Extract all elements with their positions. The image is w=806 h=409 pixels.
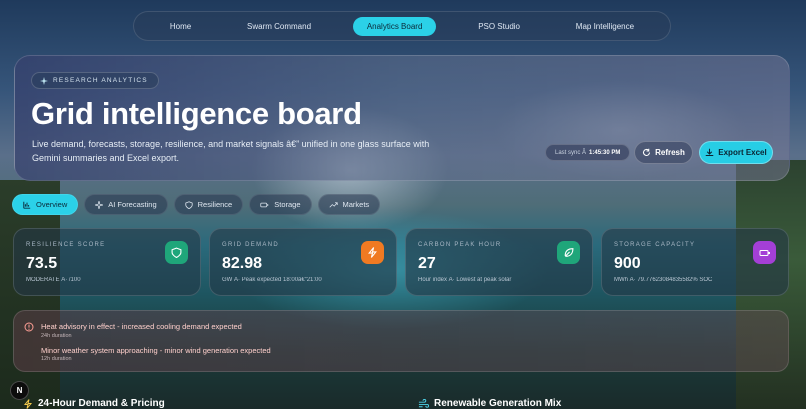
metric-card-resilience: RESILIENCE SCORE 73.5 MODERATE Â· /100 — [13, 228, 201, 296]
bar-chart-icon — [23, 201, 31, 209]
metric-foot: GW Â· Peak expected 18:00â€“21:00 — [222, 277, 322, 283]
refresh-label: Refresh — [655, 148, 685, 157]
export-excel-button[interactable]: Export Excel — [699, 141, 773, 164]
tab-storage[interactable]: Storage — [249, 194, 312, 215]
alert-title: Heat advisory in effect - increased cool… — [41, 322, 242, 331]
bolt-icon — [361, 241, 384, 264]
chip-label: RESEARCH ANALYTICS — [53, 77, 148, 84]
metric-value: 82.98 — [222, 255, 263, 272]
metric-card-carbon-peak: CARBON PEAK HOUR 27 Hour index Â· Lowest… — [405, 228, 593, 296]
last-sync-time: 1:45:30 PM — [589, 149, 621, 156]
nav-item-pso-studio[interactable]: PSO Studio — [464, 17, 534, 36]
nav-item-analytics-board[interactable]: Analytics Board — [352, 16, 437, 36]
download-icon — [706, 148, 714, 157]
page-subtitle: Live demand, forecasts, storage, resilie… — [32, 139, 430, 163]
hero-panel: RESEARCH ANALYTICS Grid intelligence boa… — [14, 55, 790, 181]
metric-value: 73.5 — [26, 255, 58, 272]
metric-value: 900 — [614, 255, 641, 272]
bolt-icon — [23, 398, 33, 409]
metric-foot: MODERATE Â· /100 — [26, 277, 81, 283]
metric-label: STORAGE CAPACITY — [614, 242, 696, 248]
refresh-button[interactable]: Refresh — [634, 141, 693, 164]
alerts-panel: Heat advisory in effect - increased cool… — [13, 310, 789, 372]
alert-duration: 12h duration — [41, 356, 72, 362]
shield-icon — [185, 200, 193, 209]
metric-label: RESILIENCE SCORE — [26, 242, 106, 248]
nav-item-swarm-command[interactable]: Swarm Command — [233, 17, 325, 36]
metric-card-storage-capacity: STORAGE CAPACITY 900 MWh Â· 79.776230848… — [601, 228, 789, 296]
last-sync-pill: Last sync Â 1:45:30 PM — [545, 144, 631, 161]
section-label: Renewable Generation Mix — [434, 398, 562, 409]
section-label: 24-Hour Demand & Pricing — [38, 398, 165, 409]
tab-label: Storage — [274, 200, 301, 209]
alert-title: Minor weather system approaching - minor… — [41, 346, 271, 355]
wind-icon — [418, 398, 429, 408]
alert-circle-icon — [24, 322, 34, 332]
battery-icon — [753, 241, 776, 264]
tab-resilience[interactable]: Resilience — [173, 194, 244, 215]
section-demand-title: 24-Hour Demand & Pricing — [23, 398, 165, 409]
nav-item-map-intelligence[interactable]: Map Intelligence — [562, 17, 648, 36]
tab-label: Markets — [342, 200, 370, 209]
alert-duration: 24h duration — [41, 333, 72, 339]
sparkle-icon — [95, 200, 104, 209]
metric-label: GRID DEMAND — [222, 242, 279, 248]
sparkle-icon — [40, 76, 48, 85]
export-label: Export Excel — [718, 148, 767, 157]
tab-label: Overview — [36, 200, 68, 209]
top-nav: Home Swarm Command Analytics Board PSO S… — [133, 11, 671, 41]
trend-icon — [329, 201, 338, 208]
metric-foot: Hour index Â· Lowest at peak solar — [418, 277, 512, 283]
metric-card-grid-demand: GRID DEMAND 82.98 GW Â· Peak expected 18… — [209, 228, 397, 296]
tab-label: AI Forecasting — [108, 200, 157, 209]
leaf-icon — [557, 241, 580, 264]
last-sync-label: Last sync Â — [555, 149, 587, 156]
shield-icon — [165, 241, 188, 264]
metric-value: 27 — [418, 255, 436, 272]
tab-markets[interactable]: Markets — [317, 194, 381, 215]
metric-label: CARBON PEAK HOUR — [418, 242, 502, 248]
section-renewable-title: Renewable Generation Mix — [418, 398, 561, 409]
battery-icon — [260, 202, 269, 207]
research-analytics-chip: RESEARCH ANALYTICS — [31, 72, 159, 89]
tab-label: Resilience — [197, 200, 233, 209]
tab-ai-forecasting[interactable]: AI Forecasting — [84, 194, 168, 215]
metric-foot: MWh Â· 79.77623084835582% SOC — [614, 277, 713, 283]
refresh-icon — [643, 148, 651, 156]
page-title: Grid intelligence board — [31, 96, 362, 131]
nav-item-home[interactable]: Home — [156, 17, 205, 36]
view-tabs: Overview AI Forecasting Resilience Stora… — [12, 194, 381, 215]
tab-overview[interactable]: Overview — [12, 194, 79, 215]
